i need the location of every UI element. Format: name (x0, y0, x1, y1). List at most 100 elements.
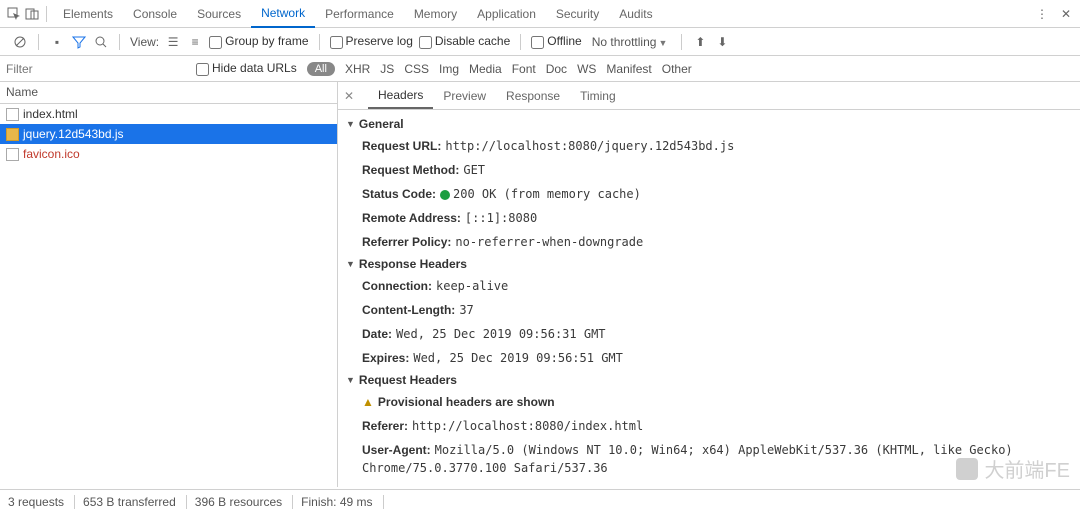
main-tab-audits[interactable]: Audits (609, 1, 662, 27)
request-name: jquery.12d543bd.js (23, 127, 124, 141)
provisional-warning: ▲Provisional headers are shown (338, 390, 1080, 414)
header-key: Request URL: (362, 139, 441, 153)
filter-type-manifest[interactable]: Manifest (606, 62, 651, 76)
header-value: 200 OK (from memory cache) (440, 187, 641, 201)
header-value: Wed, 25 Dec 2019 09:56:31 GMT (396, 327, 606, 341)
search-icon[interactable] (93, 34, 109, 50)
group-by-frame-checkbox[interactable]: Group by frame (209, 34, 308, 48)
main-tab-network[interactable]: Network (251, 0, 315, 28)
main-tabs-bar: ElementsConsoleSourcesNetworkPerformance… (0, 0, 1080, 28)
header-row: Request Method: GET (338, 158, 1080, 182)
header-value: Wed, 25 Dec 2019 09:56:51 GMT (413, 351, 623, 365)
watermark: 大前端FE (956, 454, 1070, 483)
filter-type-xhr[interactable]: XHR (345, 62, 370, 76)
main-tab-security[interactable]: Security (546, 1, 609, 27)
header-row: Expires: Wed, 25 Dec 2019 09:56:51 GMT (338, 346, 1080, 370)
detail-tab-response[interactable]: Response (496, 84, 570, 108)
large-rows-icon[interactable]: ☰ (165, 34, 181, 50)
header-key: User-Agent: (362, 443, 431, 457)
header-value: no-referrer-when-downgrade (455, 235, 643, 249)
main-area: Name index.html jquery.12d543bd.js favicon… (0, 82, 1080, 487)
clear-icon[interactable] (12, 34, 28, 50)
filter-type-js[interactable]: JS (380, 62, 394, 76)
filter-type-ws[interactable]: WS (577, 62, 596, 76)
status-finish: Finish: 49 ms (301, 495, 383, 509)
header-key: Status Code: (362, 187, 436, 201)
preserve-log-checkbox[interactable]: Preserve log (330, 34, 413, 48)
request-row[interactable]: jquery.12d543bd.js (0, 124, 337, 144)
more-icon[interactable]: ⋮ (1034, 6, 1050, 22)
close-details-icon[interactable]: ✕ (344, 89, 358, 103)
header-value: Mozilla/5.0 (Windows NT 10.0; Win64; x64… (362, 443, 1013, 475)
main-tab-memory[interactable]: Memory (404, 1, 467, 27)
camera-icon[interactable]: ▪ (49, 34, 65, 50)
header-key: Referrer Policy: (362, 235, 451, 249)
inspect-icon[interactable] (6, 6, 22, 22)
header-key: Remote Address: (362, 211, 461, 225)
filter-type-img[interactable]: Img (439, 62, 459, 76)
detail-tab-timing[interactable]: Timing (570, 84, 626, 108)
offline-checkbox[interactable]: Offline (531, 34, 581, 48)
filter-type-doc[interactable]: Doc (546, 62, 567, 76)
details-pane: ✕ HeadersPreviewResponseTiming ▼General R… (338, 82, 1080, 487)
main-tab-console[interactable]: Console (123, 1, 187, 27)
header-key: Content-Length: (362, 303, 455, 317)
export-icon[interactable]: ⬇ (714, 34, 730, 50)
section-header[interactable]: ▼General (338, 114, 1080, 134)
status-requests: 3 requests (8, 495, 75, 509)
hide-data-urls-checkbox[interactable]: Hide data URLs (196, 61, 297, 75)
header-value: 37 (459, 303, 473, 317)
section-header[interactable]: ▼Request Headers (338, 370, 1080, 390)
throttling-select[interactable]: No throttling▼ (588, 35, 672, 49)
main-tab-sources[interactable]: Sources (187, 1, 251, 27)
file-icon (6, 148, 19, 161)
filter-type-other[interactable]: Other (662, 62, 692, 76)
filter-type-all[interactable]: All (307, 62, 335, 76)
main-tab-application[interactable]: Application (467, 1, 546, 27)
section-header[interactable]: ▼Response Headers (338, 254, 1080, 274)
status-bar: 3 requests 653 B transferred 396 B resou… (0, 489, 1080, 513)
header-row: Referer:http://localhost:8080/index.html (338, 414, 1080, 438)
filter-input[interactable] (6, 62, 186, 76)
header-value: [::1]:8080 (465, 211, 537, 225)
detail-tab-headers[interactable]: Headers (368, 83, 433, 109)
status-dot-icon (440, 190, 450, 200)
filter-icon[interactable] (71, 34, 87, 50)
file-icon (6, 108, 19, 121)
close-icon[interactable]: ✕ (1058, 6, 1074, 22)
watermark-icon (956, 458, 978, 480)
file-icon (6, 128, 19, 141)
request-name: favicon.ico (23, 147, 80, 161)
import-icon[interactable]: ⬆ (692, 34, 708, 50)
header-key: Request Method: (362, 163, 459, 177)
main-tab-performance[interactable]: Performance (315, 1, 404, 27)
header-row: Content-Length: 37 (338, 298, 1080, 322)
header-value: keep-alive (436, 279, 508, 293)
header-key: Expires: (362, 351, 409, 365)
header-key: Connection: (362, 279, 432, 293)
status-resources: 396 B resources (195, 495, 293, 509)
header-row: Remote Address: [::1]:8080 (338, 206, 1080, 230)
request-row[interactable]: favicon.ico (0, 144, 337, 164)
waterfall-icon[interactable]: ≡ (187, 34, 203, 50)
status-transferred: 653 B transferred (83, 495, 187, 509)
filter-type-media[interactable]: Media (469, 62, 502, 76)
filter-type-css[interactable]: CSS (404, 62, 429, 76)
request-name: index.html (23, 107, 78, 121)
filter-type-font[interactable]: Font (512, 62, 536, 76)
disclosure-triangle-icon: ▼ (346, 259, 355, 269)
device-icon[interactable] (24, 6, 40, 22)
filter-bar: Hide data URLs All XHR JS CSS Img Media Font D… (0, 56, 1080, 82)
detail-tab-preview[interactable]: Preview (433, 84, 496, 108)
header-value: GET (463, 163, 485, 177)
disable-cache-checkbox[interactable]: Disable cache (419, 34, 510, 48)
disclosure-triangle-icon: ▼ (346, 375, 355, 385)
requests-pane: Name index.html jquery.12d543bd.js favicon… (0, 82, 338, 487)
header-row: Referrer Policy: no-referrer-when-downgra… (338, 230, 1080, 254)
request-row[interactable]: index.html (0, 104, 337, 124)
name-column-header[interactable]: Name (0, 82, 337, 104)
header-value: http://localhost:8080/jquery.12d543bd.js (445, 139, 734, 153)
main-tab-elements[interactable]: Elements (53, 1, 123, 27)
header-value: http://localhost:8080/index.html (412, 419, 643, 433)
header-row: Status Code: 200 OK (from memory cache) (338, 182, 1080, 206)
